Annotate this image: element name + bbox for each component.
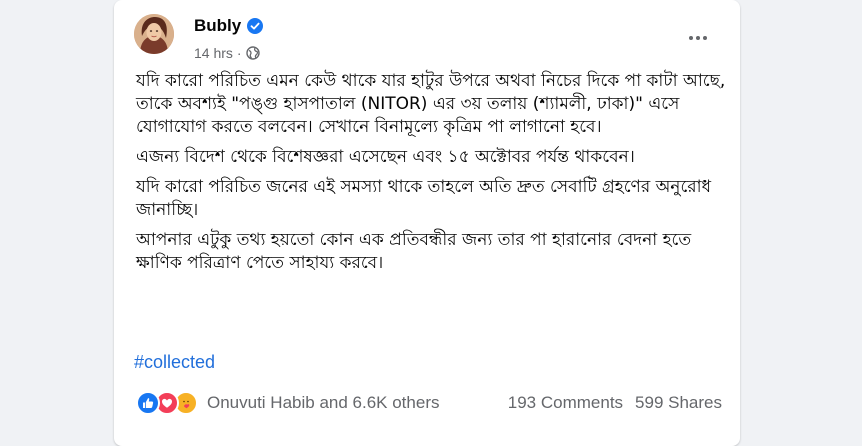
reaction-icons[interactable] bbox=[136, 391, 198, 415]
hashtag-link[interactable]: #collected bbox=[134, 352, 215, 373]
author-name[interactable]: Bubly bbox=[194, 16, 241, 36]
reaction-summary[interactable]: Onuvuti Habib and 6.6K others bbox=[207, 393, 439, 413]
more-dot bbox=[696, 36, 700, 40]
post-paragraph: যদি কারো পরিচিত এমন কেউ থাকে যার হাটুর উ… bbox=[136, 71, 726, 137]
shares-count[interactable]: 599 Shares bbox=[635, 393, 722, 413]
post-card: Bubly 14 hrs · যদি কারো পরিচিত এমন কেউ থ… bbox=[114, 0, 740, 446]
post-paragraph: আপনার এটুকু তথ্য হয়তো কোন এক প্রতিবন্ধী… bbox=[136, 230, 692, 273]
verified-badge-icon bbox=[247, 18, 264, 34]
post-paragraph: এজন্য বিদেশ থেকে বিশেষজ্ঞরা এসেছেন এবং ১… bbox=[136, 147, 635, 167]
reactions-bar: Onuvuti Habib and 6.6K others 193 Commen… bbox=[136, 390, 722, 416]
meta-separator: · bbox=[236, 45, 242, 61]
like-reaction-icon bbox=[136, 391, 160, 415]
globe-icon[interactable] bbox=[245, 46, 260, 60]
author-row: Bubly bbox=[194, 14, 264, 38]
comments-count[interactable]: 193 Comments bbox=[508, 393, 623, 413]
post-timestamp[interactable]: 14 hrs bbox=[194, 45, 233, 61]
author-avatar[interactable] bbox=[134, 14, 174, 54]
post-meta: 14 hrs · bbox=[194, 45, 260, 61]
engagement-counts: 193 Comments 599 Shares bbox=[508, 393, 722, 413]
post-body: যদি কারো পরিচিত এমন কেউ থাকে যার হাটুর উ… bbox=[136, 70, 730, 282]
more-dot bbox=[689, 36, 693, 40]
more-dot bbox=[703, 36, 707, 40]
post-paragraph: যদি কারো পরিচিত জনের এই সমস্যা থাকে তাহল… bbox=[136, 177, 712, 220]
more-options-icon[interactable] bbox=[682, 26, 714, 50]
